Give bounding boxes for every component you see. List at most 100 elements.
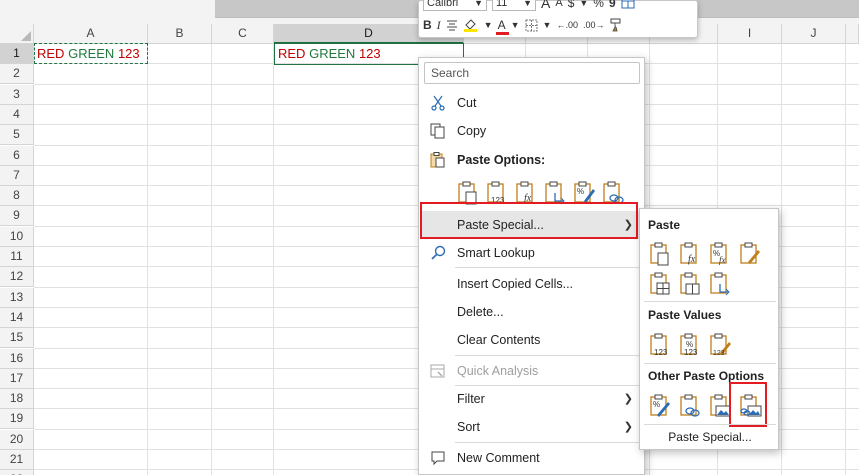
chevron-down-icon[interactable]: ▼ bbox=[511, 18, 520, 32]
menu-item-insert-copied-cells[interactable]: Insert Copied Cells... bbox=[420, 272, 645, 296]
menu-item-sort[interactable]: Sort ❯ bbox=[420, 415, 645, 439]
bold-button[interactable]: B bbox=[423, 18, 432, 32]
increase-decimal-button[interactable]: ←.00 bbox=[556, 18, 578, 32]
highlight-box-paste-special bbox=[420, 202, 638, 239]
comma-style-button[interactable]: 9 bbox=[609, 0, 616, 10]
cell-a1-red-text: RED bbox=[37, 46, 65, 61]
paste-special-dialog-link[interactable]: Paste Special... bbox=[640, 430, 780, 444]
highlight-box-linked-picture bbox=[729, 382, 767, 427]
row-header-16[interactable]: 16 bbox=[0, 348, 34, 369]
row-header-11[interactable]: 11 bbox=[0, 247, 34, 267]
menu-item-filter[interactable]: Filter ❯ bbox=[420, 387, 645, 411]
row-header-12[interactable]: 12 bbox=[0, 267, 34, 288]
paste-transpose-icon[interactable] bbox=[708, 272, 732, 296]
align-center-icon[interactable] bbox=[446, 19, 458, 31]
menu-item-clear-contents-label: Clear Contents bbox=[457, 333, 541, 347]
grow-font-button[interactable]: A bbox=[541, 0, 550, 10]
cell-a1[interactable]: RED GREEN 123 bbox=[37, 46, 140, 61]
decrease-decimal-button[interactable]: .00→ bbox=[583, 18, 605, 32]
paste-keep-source-formatting-icon[interactable] bbox=[738, 242, 762, 266]
row-header-3[interactable]: 3 bbox=[0, 84, 34, 105]
cell-d1[interactable]: RED GREEN 123 bbox=[278, 46, 381, 61]
chevron-down-icon[interactable]: ▼ bbox=[484, 18, 493, 32]
menu-search-placeholder: Search bbox=[431, 66, 470, 80]
font-color-glyph: A bbox=[497, 18, 506, 32]
gridline bbox=[147, 44, 148, 475]
font-size-box[interactable]: 11 ▼ bbox=[492, 0, 536, 11]
borders-icon[interactable] bbox=[525, 19, 538, 32]
font-name-box[interactable]: Calibri ▼ bbox=[423, 0, 487, 11]
format-table-icon[interactable] bbox=[621, 0, 635, 9]
paste-formulas-icon[interactable]: fx bbox=[678, 242, 702, 266]
row-header-2[interactable]: 2 bbox=[0, 64, 34, 85]
italic-button[interactable]: I bbox=[437, 18, 441, 32]
paste-values-icon[interactable]: 123 bbox=[648, 333, 672, 357]
row-header-9[interactable]: 9 bbox=[0, 206, 34, 227]
row-header-18[interactable]: 18 bbox=[0, 389, 34, 410]
svg-text:fx: fx bbox=[719, 255, 726, 265]
menu-item-delete-label: Delete... bbox=[457, 305, 504, 319]
shrink-font-button[interactable]: A bbox=[555, 0, 562, 10]
paste-options-header: Paste Options: bbox=[420, 148, 645, 172]
row-header-22[interactable]: 22 bbox=[0, 470, 34, 475]
row-header-7[interactable]: 7 bbox=[0, 165, 34, 186]
paste-values-source-formatting-icon[interactable]: 123 bbox=[708, 333, 732, 357]
chevron-down-icon: ▼ bbox=[523, 0, 532, 8]
column-header-c[interactable]: C bbox=[212, 24, 274, 44]
other-paste-options-header: Other Paste Options bbox=[648, 369, 765, 383]
menu-item-new-comment[interactable]: New Comment bbox=[420, 446, 645, 470]
format-painter-icon[interactable] bbox=[609, 18, 623, 32]
row-header-17[interactable]: 17 bbox=[0, 368, 34, 389]
chevron-down-icon[interactable]: ▼ bbox=[543, 18, 552, 32]
chevron-down-icon[interactable]: ▼ bbox=[579, 0, 588, 10]
paste-group-row-1: fx % fx bbox=[648, 242, 762, 266]
row-header-10[interactable]: 10 bbox=[0, 226, 34, 247]
menu-item-filter-label: Filter bbox=[457, 392, 485, 406]
paste-values-number-format-icon[interactable]: % 123 bbox=[678, 333, 702, 357]
fill-color-icon[interactable] bbox=[463, 18, 479, 32]
row-header-6[interactable]: 6 bbox=[0, 145, 34, 166]
column-header-b[interactable]: B bbox=[148, 24, 212, 44]
menu-item-cut[interactable]: Cut bbox=[420, 91, 645, 115]
row-header-5[interactable]: 5 bbox=[0, 125, 34, 146]
menu-item-copy[interactable]: Copy bbox=[420, 119, 645, 143]
paste-icon[interactable] bbox=[648, 242, 672, 266]
comment-icon bbox=[430, 450, 448, 466]
row-header-14[interactable]: 14 bbox=[0, 307, 34, 328]
paste-special-submenu: Paste fx % fx Paste Values 123 % 123 123 O… bbox=[639, 208, 779, 450]
currency-button[interactable]: $ bbox=[568, 0, 575, 10]
column-header-i[interactable]: I bbox=[718, 24, 782, 44]
paste-group-row-2 bbox=[648, 272, 732, 296]
column-header-k[interactable] bbox=[846, 24, 859, 44]
row-header-21[interactable]: 21 bbox=[0, 450, 34, 470]
submenu-separator bbox=[644, 424, 776, 425]
gridline bbox=[845, 44, 846, 475]
row-header-13[interactable]: 13 bbox=[0, 287, 34, 308]
row-header-4[interactable]: 4 bbox=[0, 104, 34, 125]
paste-formulas-number-format-icon[interactable]: % fx bbox=[708, 242, 732, 266]
font-color-button[interactable]: A bbox=[495, 18, 509, 35]
menu-item-clear-contents[interactable]: Clear Contents bbox=[420, 328, 645, 352]
row-header-1[interactable]: 1 bbox=[0, 44, 34, 64]
submenu-separator bbox=[644, 301, 776, 302]
paste-keep-column-widths-icon[interactable] bbox=[678, 272, 702, 296]
column-header-j[interactable]: J bbox=[782, 24, 846, 44]
chevron-right-icon: ❯ bbox=[623, 421, 633, 433]
row-header-19[interactable]: 19 bbox=[0, 409, 34, 430]
select-all-corner[interactable] bbox=[0, 24, 34, 44]
menu-item-insert-copied-label: Insert Copied Cells... bbox=[457, 277, 574, 291]
paste-formatting-icon[interactable]: % bbox=[648, 394, 672, 418]
scissors-icon bbox=[430, 95, 448, 111]
column-header-a[interactable]: A bbox=[34, 24, 148, 44]
paste-link-icon[interactable] bbox=[678, 394, 702, 418]
menu-item-sort-label: Sort bbox=[457, 420, 480, 434]
menu-item-smart-lookup[interactable]: Smart Lookup bbox=[420, 241, 645, 265]
magnifier-icon bbox=[430, 245, 448, 261]
menu-search-input[interactable]: Search bbox=[424, 62, 640, 84]
row-header-15[interactable]: 15 bbox=[0, 328, 34, 349]
row-header-20[interactable]: 20 bbox=[0, 429, 34, 450]
row-header-8[interactable]: 8 bbox=[0, 186, 34, 207]
percent-button[interactable]: % bbox=[593, 0, 604, 10]
menu-item-delete[interactable]: Delete... bbox=[420, 300, 645, 324]
paste-no-borders-icon[interactable] bbox=[648, 272, 672, 296]
